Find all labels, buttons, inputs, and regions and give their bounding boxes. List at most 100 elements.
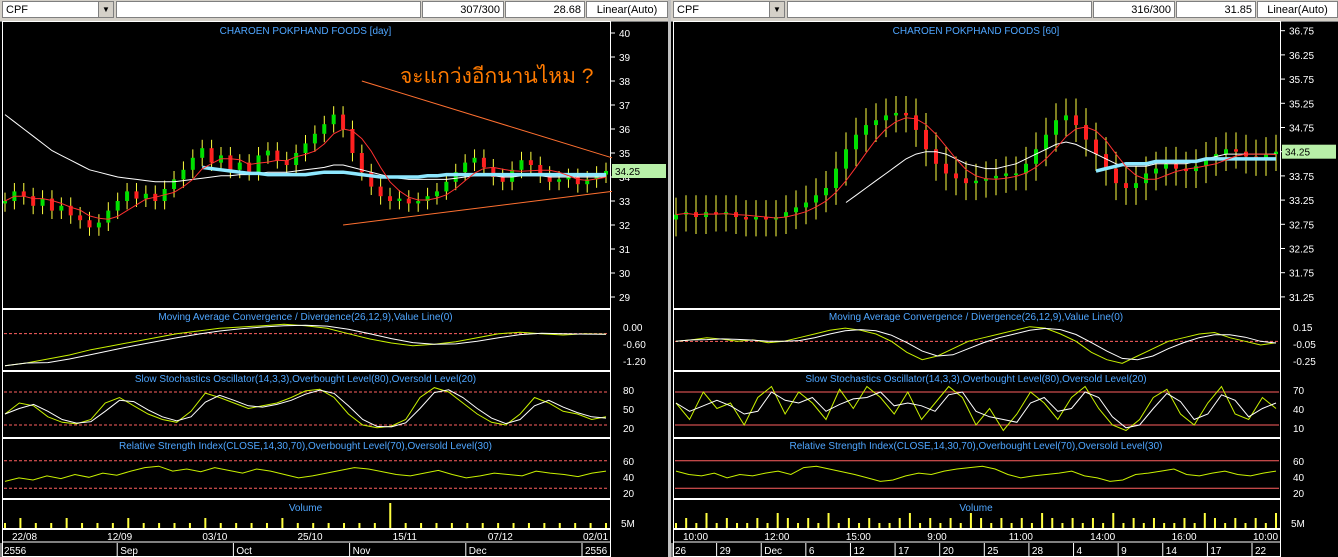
right-price-tick: 35.25 <box>1289 99 1314 110</box>
left-price-tick: 35 <box>619 149 631 160</box>
left-candle-body <box>3 201 7 204</box>
right-macd-signal-line <box>675 327 1277 361</box>
right-ma-white-line <box>845 141 1276 203</box>
left-candle-body <box>322 124 327 134</box>
right-chart-title: CHAROEN POKPHAND FOODS [60] <box>893 26 1060 37</box>
left-candle-body <box>331 114 336 125</box>
right-candle-body <box>964 178 968 184</box>
right-candle-body <box>844 149 848 169</box>
left-scale-select[interactable]: Linear(Auto) <box>586 1 668 18</box>
right-candle-body <box>1004 173 1008 176</box>
right-chart-svg[interactable]: CHAROEN POKPHAND FOODS [60] 36.75 36.25 35.… <box>671 21 1338 557</box>
left-candle-body <box>172 179 177 189</box>
left-candle-body <box>134 191 139 199</box>
left-date-label: 15/11 <box>393 532 418 543</box>
left-candle-body <box>416 201 421 204</box>
left-candle-body <box>341 114 346 129</box>
right-candle-body <box>974 180 978 184</box>
left-candle-body <box>463 162 468 173</box>
left-macd-signal-line <box>4 324 607 367</box>
left-candle-body <box>181 169 186 180</box>
left-price-tick: 32 <box>619 221 631 232</box>
left-candle-body <box>388 196 393 201</box>
right-rsi-tick: 20 <box>1293 489 1305 500</box>
right-toolbar: CPF ▼ 316/300 31.85 Linear(Auto) <box>671 0 1338 22</box>
right-candle-body <box>1014 173 1018 175</box>
left-chart-title: CHAROEN POKPHAND FOODS [day] <box>220 26 392 37</box>
left-symbol-value: CPF <box>6 4 28 16</box>
right-candle-body <box>794 207 798 213</box>
left-chart-panel: CPF ▼ 307/300 28.68 Linear(Auto) CHAROEN … <box>0 0 668 557</box>
left-candle-body <box>434 191 439 197</box>
left-candle-body <box>115 201 120 211</box>
left-period-label: 2556 <box>585 546 608 557</box>
right-candle-body <box>754 217 758 220</box>
left-candle-body <box>40 198 45 206</box>
right-scale-select[interactable]: Linear(Auto) <box>1257 1 1338 18</box>
right-period-label: 14 <box>1166 546 1178 557</box>
right-period-label: 17 <box>1210 546 1222 557</box>
right-candle-body <box>1154 168 1158 174</box>
left-price-tick: 36 <box>619 125 631 136</box>
right-symbol-select[interactable]: CPF ▼ <box>673 1 785 18</box>
right-price-frame <box>673 21 1281 309</box>
left-price-tick: 33 <box>619 197 631 208</box>
right-candle-body <box>804 202 808 208</box>
left-candle-body <box>143 193 148 199</box>
left-chart-svg[interactable]: CHAROEN POKPHAND FOODS [day] 40 39 38 37 36 35… <box>0 21 668 557</box>
right-candle-body <box>894 112 898 116</box>
right-candle-body <box>814 195 818 203</box>
right-candle-body <box>904 112 908 116</box>
left-candle-body <box>481 157 486 168</box>
left-date-label: 22/08 <box>12 532 37 543</box>
right-macd-tick: 0.15 <box>1293 323 1313 334</box>
left-price-tick: 40 <box>619 29 631 40</box>
right-price-tick: 31.75 <box>1289 269 1314 280</box>
right-macd-tick: -0.05 <box>1293 340 1316 351</box>
right-candle-body <box>674 214 678 220</box>
left-macd-title: Moving Average Convergence / Divergence(… <box>158 312 452 323</box>
left-candle-body <box>106 210 111 223</box>
right-candle-body <box>1034 149 1038 164</box>
right-symbol-value: CPF <box>677 4 699 16</box>
left-candle-body <box>237 162 242 170</box>
left-rsi-tick: 60 <box>623 457 635 468</box>
right-candle-body <box>1054 120 1058 135</box>
left-candle-body <box>378 186 383 197</box>
right-period-label: 6 <box>809 546 815 557</box>
right-date-label: 11:00 <box>1009 532 1034 543</box>
left-candle-body <box>275 150 280 161</box>
chevron-down-icon[interactable]: ▼ <box>769 2 784 17</box>
right-candle-body <box>874 120 878 126</box>
left-stoch-d-line <box>4 389 607 428</box>
left-candle-body <box>557 179 562 182</box>
left-candle-body <box>87 220 92 228</box>
right-macd-title: Moving Average Convergence / Divergence(… <box>829 312 1123 323</box>
left-symbol-select[interactable]: CPF ▼ <box>2 1 114 18</box>
right-candle-body <box>1134 183 1138 188</box>
right-rsi-title: Relative Strength Index(CLOSE,14,30,70),… <box>790 441 1163 452</box>
right-date-label: 9:00 <box>927 532 947 543</box>
right-period-label: 28 <box>1032 546 1044 557</box>
right-candle-body <box>884 115 888 121</box>
right-price-tick: 32.75 <box>1289 220 1314 231</box>
left-candle-body <box>265 150 270 156</box>
left-trend-line <box>361 80 613 159</box>
right-candle-body <box>1224 149 1228 155</box>
right-candle-body <box>944 163 948 174</box>
left-rsi-line <box>4 465 607 482</box>
right-price-tick: 36.25 <box>1289 51 1314 62</box>
right-candle-body <box>1124 183 1128 188</box>
right-price-tick: 35.75 <box>1289 75 1314 86</box>
right-candle-body <box>1234 149 1238 152</box>
left-period-label: Oct <box>236 546 252 557</box>
right-rsi-tick: 60 <box>1293 457 1305 468</box>
right-candle-body <box>744 217 748 220</box>
right-period-label: 29 <box>720 546 732 557</box>
right-candle-body <box>1064 115 1068 121</box>
right-candle-body <box>1174 163 1178 169</box>
chevron-down-icon[interactable]: ▼ <box>98 2 113 17</box>
left-candle-body <box>31 196 36 206</box>
left-stoch-k-line <box>4 387 607 429</box>
right-period-label: 12 <box>853 546 865 557</box>
